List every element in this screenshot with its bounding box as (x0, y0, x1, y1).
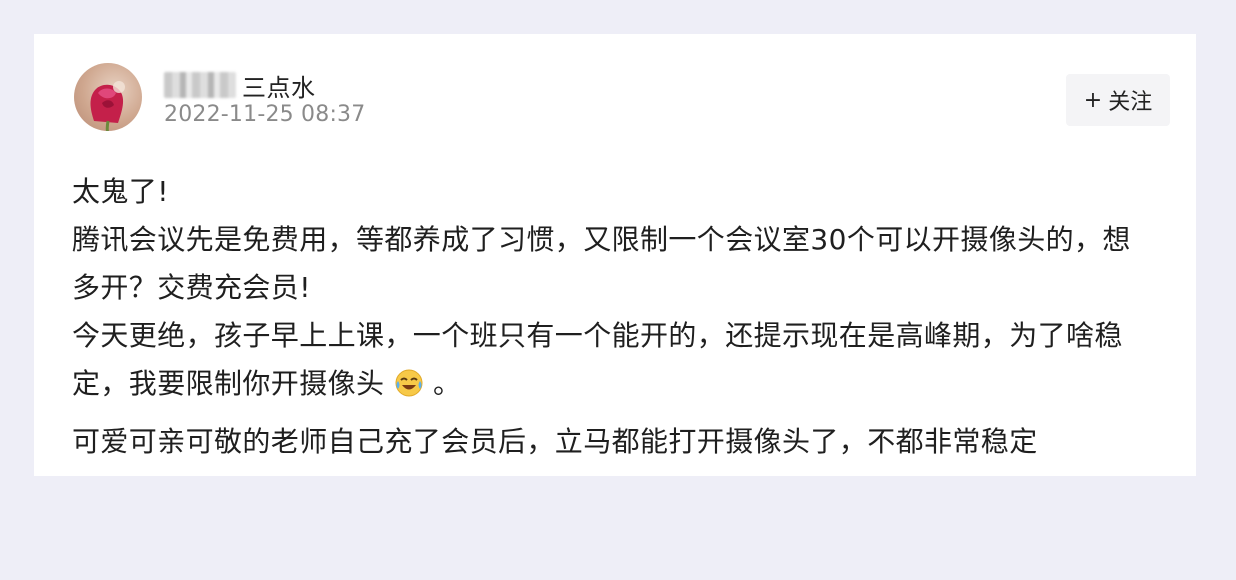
author-name[interactable]: 三点水 (242, 68, 316, 103)
post-card: 三点水 2022-11-25 08:37 + 关注 太鬼了! 腾讯会议先是免费用… (34, 34, 1196, 476)
post-line: 可爱可亲可敬的老师自己充了会员后，立马都能打开摄像头了，不都非常稳定 (72, 425, 1038, 458)
post-line-text: 定，我要限制你开摄像头 (72, 367, 385, 400)
post-line: 今天更绝，孩子早上上课，一个班只有一个能开的，还提示现在是高峰期，为了啥稳 (72, 319, 1123, 352)
post-line: 腾讯会议先是免费用，等都养成了习惯，又限制一个会议室30个可以开摄像头的，想 (72, 223, 1131, 256)
author-avatar[interactable] (74, 63, 142, 131)
post-line: 多开？交费充会员! (72, 271, 311, 304)
post-timestamp: 2022-11-25 08:37 (164, 102, 366, 127)
post-body: 太鬼了! 腾讯会议先是免费用，等都养成了习惯，又限制一个会议室30个可以开摄像头… (72, 168, 1162, 466)
post-line-text-end: 。 (433, 367, 462, 400)
laughing-crying-emoji-icon (395, 369, 423, 397)
post-line-with-emoji: 定，我要限制你开摄像头 。 (72, 360, 1162, 408)
post-line: 太鬼了! (72, 175, 169, 208)
avatar-rose-icon (90, 81, 125, 131)
author-name-redacted (164, 72, 236, 98)
plus-icon: + (1083, 87, 1103, 113)
follow-button[interactable]: + 关注 (1066, 74, 1170, 126)
follow-button-label: 关注 (1108, 90, 1153, 115)
author-name-row: 三点水 (164, 68, 316, 102)
